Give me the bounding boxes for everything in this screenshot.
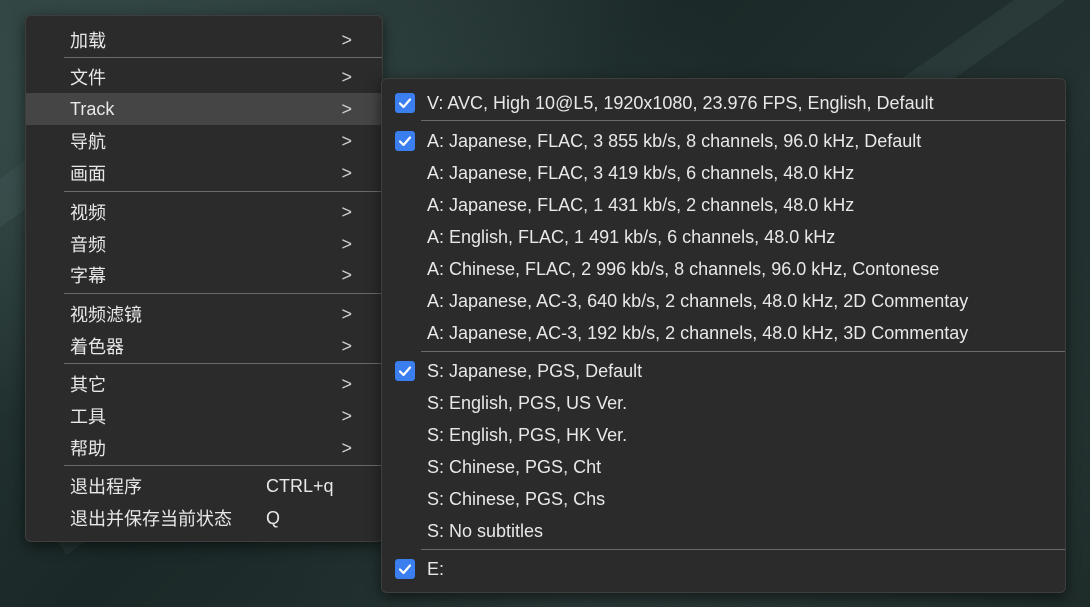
shortcut-label: CTRL+q — [266, 475, 334, 496]
chevron-right-icon: > — [341, 264, 352, 285]
menu-item-shaders[interactable]: 着色器 > — [26, 330, 382, 362]
audio-track-item[interactable]: A: Chinese, FLAC, 2 996 kb/s, 8 channels… — [382, 253, 1065, 285]
menu-item-label: 着色器 — [70, 337, 124, 357]
track-label: A: Chinese, FLAC, 2 996 kb/s, 8 channels… — [427, 258, 940, 279]
track-label: A: Japanese, FLAC, 3 419 kb/s, 6 channel… — [427, 162, 855, 183]
chevron-right-icon: > — [341, 130, 352, 151]
menu-separator — [421, 351, 1065, 352]
menu-item-label: 退出并保存当前状态 — [70, 509, 232, 529]
video-track-item[interactable]: V: AVC, High 10@L5, 1920x1080, 23.976 FP… — [382, 87, 1065, 119]
track-label: A: Japanese, AC-3, 640 kb/s, 2 channels,… — [427, 290, 969, 311]
menu-item-label: 音频 — [70, 235, 106, 255]
chevron-right-icon: > — [341, 162, 352, 183]
track-label: A: English, FLAC, 1 491 kb/s, 6 channels… — [427, 226, 836, 247]
track-label: S: Chinese, PGS, Chs — [427, 488, 606, 509]
menu-item-label: 加载 — [70, 31, 106, 51]
menu-item-video[interactable]: 视频 > — [26, 196, 382, 228]
checkbox-checked-icon — [395, 361, 415, 381]
subtitle-track-item[interactable]: S: Chinese, PGS, Chs — [382, 483, 1065, 515]
chevron-right-icon: > — [341, 335, 352, 356]
context-menu: 加载 > 文件 > Track > 导航 > 画面 > 视频 > 音频 > 字幕… — [25, 15, 383, 542]
menu-item-load[interactable]: 加载 > — [26, 24, 382, 56]
menu-item-label: 画面 — [70, 164, 106, 184]
menu-item-subtitles[interactable]: 字幕 > — [26, 259, 382, 291]
track-label: S: Chinese, PGS, Cht — [427, 456, 602, 477]
menu-separator — [64, 57, 382, 58]
menu-separator — [64, 465, 382, 466]
menu-item-label: 帮助 — [70, 439, 106, 459]
track-label: A: Japanese, AC-3, 192 kb/s, 2 channels,… — [427, 322, 969, 343]
edition-item[interactable]: E: — [382, 553, 1065, 585]
subtitle-track-item[interactable]: S: English, PGS, US Ver. — [382, 387, 1065, 419]
menu-item-label: 其它 — [70, 375, 106, 395]
chevron-right-icon: > — [341, 66, 352, 87]
menu-item-navigation[interactable]: 导航 > — [26, 125, 382, 157]
track-label: V: AVC, High 10@L5, 1920x1080, 23.976 FP… — [427, 92, 934, 113]
menu-item-picture[interactable]: 画面 > — [26, 157, 382, 189]
menu-item-track[interactable]: Track > — [26, 93, 382, 125]
audio-track-item[interactable]: A: English, FLAC, 1 491 kb/s, 6 channels… — [382, 221, 1065, 253]
menu-item-label: 退出程序 — [70, 477, 142, 497]
track-label: S: English, PGS, US Ver. — [427, 392, 628, 413]
track-label: E: — [427, 558, 445, 579]
subtitle-track-item[interactable]: S: English, PGS, HK Ver. — [382, 419, 1065, 451]
subtitle-track-item-none[interactable]: S: No subtitles — [382, 515, 1065, 547]
chevron-right-icon: > — [341, 437, 352, 458]
menu-separator — [421, 549, 1065, 550]
menu-separator — [421, 120, 1065, 121]
track-label: S: English, PGS, HK Ver. — [427, 424, 628, 445]
menu-item-label: 文件 — [70, 68, 106, 88]
track-label: A: Japanese, FLAC, 1 431 kb/s, 2 channel… — [427, 194, 855, 215]
track-label: S: No subtitles — [427, 520, 544, 541]
menu-item-label: 视频滤镜 — [70, 305, 142, 325]
menu-separator — [64, 191, 382, 192]
menu-item-label: 视频 — [70, 203, 106, 223]
menu-item-quit[interactable]: 退出程序 CTRL+q — [26, 470, 382, 502]
menu-item-video-filters[interactable]: 视频滤镜 > — [26, 298, 382, 330]
track-submenu: V: AVC, High 10@L5, 1920x1080, 23.976 FP… — [381, 78, 1066, 593]
chevron-right-icon: > — [341, 233, 352, 254]
subtitle-track-item[interactable]: S: Japanese, PGS, Default — [382, 355, 1065, 387]
chevron-right-icon: > — [341, 405, 352, 426]
track-label: A: Japanese, FLAC, 3 855 kb/s, 8 channel… — [427, 130, 922, 151]
chevron-right-icon: > — [341, 29, 352, 50]
menu-item-label: 字幕 — [70, 266, 106, 286]
audio-track-item[interactable]: A: Japanese, FLAC, 3 419 kb/s, 6 channel… — [382, 157, 1065, 189]
shortcut-label: Q — [266, 507, 281, 528]
menu-item-label: Track — [70, 98, 115, 119]
chevron-right-icon: > — [341, 201, 352, 222]
track-label: S: Japanese, PGS, Default — [427, 360, 643, 381]
menu-item-tools[interactable]: 工具 > — [26, 400, 382, 432]
audio-track-item[interactable]: A: Japanese, AC-3, 192 kb/s, 2 channels,… — [382, 317, 1065, 349]
menu-item-label: 工具 — [70, 407, 106, 427]
menu-item-label: 导航 — [70, 132, 106, 152]
chevron-right-icon: > — [341, 98, 352, 119]
menu-separator — [64, 363, 382, 364]
menu-separator — [64, 293, 382, 294]
menu-item-audio[interactable]: 音频 > — [26, 228, 382, 260]
audio-track-item[interactable]: A: Japanese, FLAC, 1 431 kb/s, 2 channel… — [382, 189, 1065, 221]
subtitle-track-item[interactable]: S: Chinese, PGS, Cht — [382, 451, 1065, 483]
checkbox-checked-icon — [395, 131, 415, 151]
menu-item-quit-save-state[interactable]: 退出并保存当前状态 Q — [26, 502, 382, 534]
checkbox-checked-icon — [395, 93, 415, 113]
audio-track-item[interactable]: A: Japanese, AC-3, 640 kb/s, 2 channels,… — [382, 285, 1065, 317]
menu-item-other[interactable]: 其它 > — [26, 368, 382, 400]
chevron-right-icon: > — [341, 373, 352, 394]
menu-item-help[interactable]: 帮助 > — [26, 432, 382, 464]
checkbox-checked-icon — [395, 559, 415, 579]
audio-track-item[interactable]: A: Japanese, FLAC, 3 855 kb/s, 8 channel… — [382, 125, 1065, 157]
chevron-right-icon: > — [341, 303, 352, 324]
menu-item-file[interactable]: 文件 > — [26, 61, 382, 93]
